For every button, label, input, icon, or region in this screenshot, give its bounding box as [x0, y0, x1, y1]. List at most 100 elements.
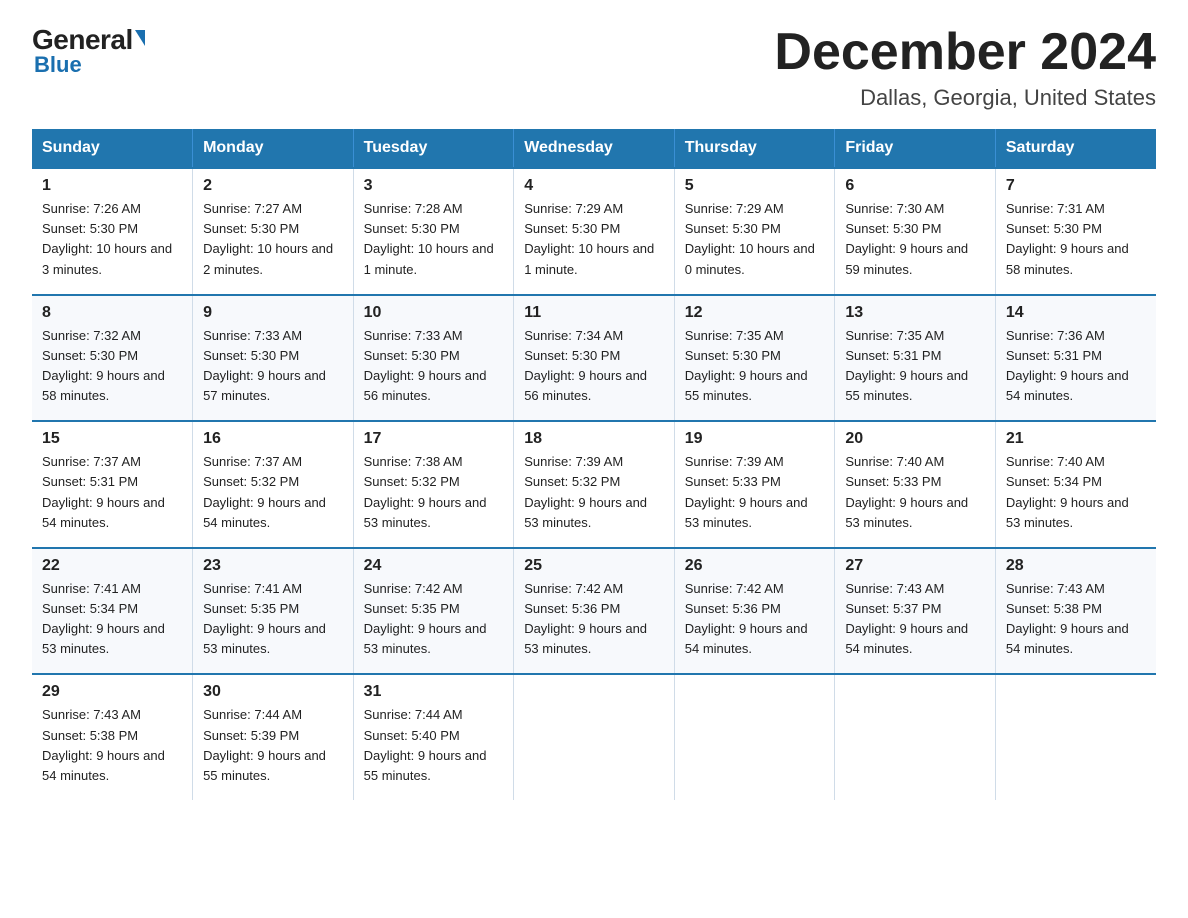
day-info: Sunrise: 7:33 AMSunset: 5:30 PMDaylight:…: [203, 328, 326, 403]
page: General Blue December 2024 Dallas, Georg…: [0, 0, 1188, 832]
day-info: Sunrise: 7:43 AMSunset: 5:38 PMDaylight:…: [42, 707, 165, 782]
logo-blue-text: Blue: [34, 52, 82, 78]
calendar-week-row: 8 Sunrise: 7:32 AMSunset: 5:30 PMDayligh…: [32, 295, 1156, 422]
header: General Blue December 2024 Dallas, Georg…: [32, 24, 1156, 111]
day-info: Sunrise: 7:33 AMSunset: 5:30 PMDaylight:…: [364, 328, 487, 403]
calendar-day-cell: 26 Sunrise: 7:42 AMSunset: 5:36 PMDaylig…: [674, 548, 835, 675]
calendar-day-cell: 16 Sunrise: 7:37 AMSunset: 5:32 PMDaylig…: [193, 421, 354, 548]
page-title: December 2024: [774, 24, 1156, 81]
title-block: December 2024 Dallas, Georgia, United St…: [774, 24, 1156, 111]
col-wednesday: Wednesday: [514, 129, 675, 168]
calendar-week-row: 29 Sunrise: 7:43 AMSunset: 5:38 PMDaylig…: [32, 674, 1156, 800]
calendar-header-row: Sunday Monday Tuesday Wednesday Thursday…: [32, 129, 1156, 168]
day-number: 13: [845, 304, 985, 322]
calendar-week-row: 22 Sunrise: 7:41 AMSunset: 5:34 PMDaylig…: [32, 548, 1156, 675]
day-number: 7: [1006, 177, 1146, 195]
day-number: 21: [1006, 430, 1146, 448]
day-info: Sunrise: 7:41 AMSunset: 5:34 PMDaylight:…: [42, 581, 165, 656]
day-number: 4: [524, 177, 664, 195]
calendar-day-cell: 2 Sunrise: 7:27 AMSunset: 5:30 PMDayligh…: [193, 168, 354, 295]
day-info: Sunrise: 7:44 AMSunset: 5:40 PMDaylight:…: [364, 707, 487, 782]
day-info: Sunrise: 7:41 AMSunset: 5:35 PMDaylight:…: [203, 581, 326, 656]
day-number: 25: [524, 557, 664, 575]
calendar-week-row: 1 Sunrise: 7:26 AMSunset: 5:30 PMDayligh…: [32, 168, 1156, 295]
calendar-day-cell: 3 Sunrise: 7:28 AMSunset: 5:30 PMDayligh…: [353, 168, 514, 295]
day-info: Sunrise: 7:31 AMSunset: 5:30 PMDaylight:…: [1006, 201, 1129, 276]
day-info: Sunrise: 7:26 AMSunset: 5:30 PMDaylight:…: [42, 201, 172, 276]
day-info: Sunrise: 7:37 AMSunset: 5:32 PMDaylight:…: [203, 454, 326, 529]
day-number: 30: [203, 683, 343, 701]
calendar-day-cell: 10 Sunrise: 7:33 AMSunset: 5:30 PMDaylig…: [353, 295, 514, 422]
day-number: 9: [203, 304, 343, 322]
day-info: Sunrise: 7:29 AMSunset: 5:30 PMDaylight:…: [685, 201, 815, 276]
logo-triangle-icon: [135, 30, 145, 46]
day-number: 29: [42, 683, 182, 701]
day-number: 28: [1006, 557, 1146, 575]
day-info: Sunrise: 7:44 AMSunset: 5:39 PMDaylight:…: [203, 707, 326, 782]
day-number: 1: [42, 177, 182, 195]
day-info: Sunrise: 7:35 AMSunset: 5:30 PMDaylight:…: [685, 328, 808, 403]
day-number: 5: [685, 177, 825, 195]
day-info: Sunrise: 7:40 AMSunset: 5:33 PMDaylight:…: [845, 454, 968, 529]
calendar-day-cell: 31 Sunrise: 7:44 AMSunset: 5:40 PMDaylig…: [353, 674, 514, 800]
day-number: 8: [42, 304, 182, 322]
day-number: 10: [364, 304, 504, 322]
day-info: Sunrise: 7:39 AMSunset: 5:32 PMDaylight:…: [524, 454, 647, 529]
calendar-day-cell: 29 Sunrise: 7:43 AMSunset: 5:38 PMDaylig…: [32, 674, 193, 800]
calendar-day-cell: [995, 674, 1156, 800]
calendar-day-cell: 28 Sunrise: 7:43 AMSunset: 5:38 PMDaylig…: [995, 548, 1156, 675]
day-number: 31: [364, 683, 504, 701]
col-saturday: Saturday: [995, 129, 1156, 168]
day-info: Sunrise: 7:37 AMSunset: 5:31 PMDaylight:…: [42, 454, 165, 529]
day-number: 17: [364, 430, 504, 448]
day-number: 2: [203, 177, 343, 195]
page-subtitle: Dallas, Georgia, United States: [774, 85, 1156, 111]
day-info: Sunrise: 7:42 AMSunset: 5:36 PMDaylight:…: [685, 581, 808, 656]
day-info: Sunrise: 7:34 AMSunset: 5:30 PMDaylight:…: [524, 328, 647, 403]
calendar-day-cell: [674, 674, 835, 800]
day-number: 12: [685, 304, 825, 322]
day-number: 23: [203, 557, 343, 575]
calendar-day-cell: 24 Sunrise: 7:42 AMSunset: 5:35 PMDaylig…: [353, 548, 514, 675]
day-number: 18: [524, 430, 664, 448]
calendar-day-cell: 8 Sunrise: 7:32 AMSunset: 5:30 PMDayligh…: [32, 295, 193, 422]
calendar-day-cell: 18 Sunrise: 7:39 AMSunset: 5:32 PMDaylig…: [514, 421, 675, 548]
day-info: Sunrise: 7:30 AMSunset: 5:30 PMDaylight:…: [845, 201, 968, 276]
day-number: 14: [1006, 304, 1146, 322]
col-friday: Friday: [835, 129, 996, 168]
calendar-day-cell: 20 Sunrise: 7:40 AMSunset: 5:33 PMDaylig…: [835, 421, 996, 548]
calendar-day-cell: 12 Sunrise: 7:35 AMSunset: 5:30 PMDaylig…: [674, 295, 835, 422]
day-number: 19: [685, 430, 825, 448]
calendar-day-cell: 5 Sunrise: 7:29 AMSunset: 5:30 PMDayligh…: [674, 168, 835, 295]
calendar-day-cell: 7 Sunrise: 7:31 AMSunset: 5:30 PMDayligh…: [995, 168, 1156, 295]
calendar-day-cell: 1 Sunrise: 7:26 AMSunset: 5:30 PMDayligh…: [32, 168, 193, 295]
calendar-day-cell: 21 Sunrise: 7:40 AMSunset: 5:34 PMDaylig…: [995, 421, 1156, 548]
day-number: 22: [42, 557, 182, 575]
day-number: 11: [524, 304, 664, 322]
col-sunday: Sunday: [32, 129, 193, 168]
col-monday: Monday: [193, 129, 354, 168]
day-number: 6: [845, 177, 985, 195]
day-number: 24: [364, 557, 504, 575]
day-number: 26: [685, 557, 825, 575]
calendar-day-cell: 14 Sunrise: 7:36 AMSunset: 5:31 PMDaylig…: [995, 295, 1156, 422]
day-number: 3: [364, 177, 504, 195]
day-info: Sunrise: 7:36 AMSunset: 5:31 PMDaylight:…: [1006, 328, 1129, 403]
day-info: Sunrise: 7:28 AMSunset: 5:30 PMDaylight:…: [364, 201, 494, 276]
calendar-day-cell: 27 Sunrise: 7:43 AMSunset: 5:37 PMDaylig…: [835, 548, 996, 675]
day-number: 15: [42, 430, 182, 448]
calendar-day-cell: 4 Sunrise: 7:29 AMSunset: 5:30 PMDayligh…: [514, 168, 675, 295]
calendar-table: Sunday Monday Tuesday Wednesday Thursday…: [32, 129, 1156, 800]
calendar-day-cell: 22 Sunrise: 7:41 AMSunset: 5:34 PMDaylig…: [32, 548, 193, 675]
calendar-day-cell: 30 Sunrise: 7:44 AMSunset: 5:39 PMDaylig…: [193, 674, 354, 800]
day-number: 27: [845, 557, 985, 575]
col-tuesday: Tuesday: [353, 129, 514, 168]
calendar-day-cell: 19 Sunrise: 7:39 AMSunset: 5:33 PMDaylig…: [674, 421, 835, 548]
day-info: Sunrise: 7:27 AMSunset: 5:30 PMDaylight:…: [203, 201, 333, 276]
calendar-day-cell: 25 Sunrise: 7:42 AMSunset: 5:36 PMDaylig…: [514, 548, 675, 675]
calendar-week-row: 15 Sunrise: 7:37 AMSunset: 5:31 PMDaylig…: [32, 421, 1156, 548]
day-number: 20: [845, 430, 985, 448]
day-info: Sunrise: 7:38 AMSunset: 5:32 PMDaylight:…: [364, 454, 487, 529]
day-number: 16: [203, 430, 343, 448]
calendar-day-cell: [835, 674, 996, 800]
